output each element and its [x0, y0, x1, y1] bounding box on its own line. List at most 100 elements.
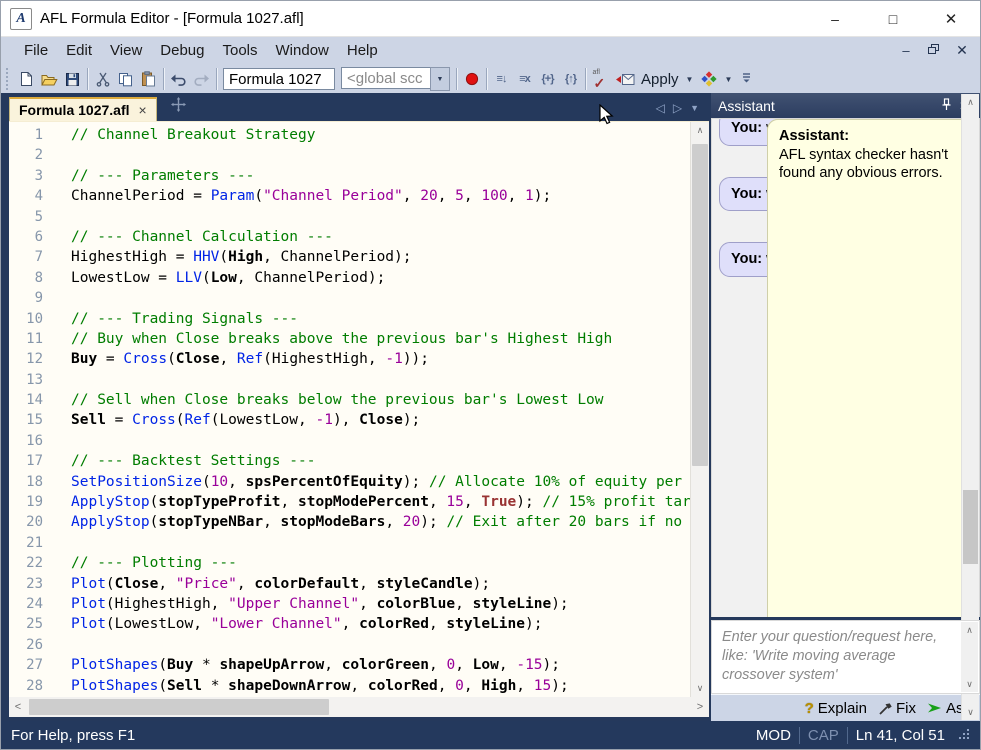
copy-button[interactable]	[114, 67, 137, 91]
code-line-25[interactable]: 25Plot(LowestLow, "Lower Channel", color…	[9, 614, 690, 634]
input-scroll-up-button[interactable]: ∧	[961, 622, 978, 638]
code-line-27[interactable]: 27PlotShapes(Buy * shapeUpArrow, colorGr…	[9, 655, 690, 675]
new-formula-button[interactable]	[15, 67, 38, 91]
code-line-7[interactable]: 7HighestHigh = HHV(High, ChannelPeriod);	[9, 247, 690, 267]
redo-button[interactable]	[190, 67, 213, 91]
code-line-8[interactable]: 8LowestLow = LLV(Low, ChannelPeriod);	[9, 268, 690, 288]
mdi-restore-button[interactable]	[926, 43, 942, 58]
code-line-10[interactable]: 10// --- Trading Signals ---	[9, 309, 690, 329]
explain-button[interactable]: ? Explain	[805, 700, 867, 717]
code-line-3[interactable]: 3// --- Parameters ---	[9, 166, 690, 186]
code-line-9[interactable]: 9	[9, 288, 690, 308]
close-button[interactable]: ✕	[922, 1, 980, 36]
assistant-question-input[interactable]	[720, 626, 946, 692]
fix-button[interactable]: Fix	[878, 700, 916, 717]
chat-scroll-thumb[interactable]	[963, 490, 978, 564]
editor-horizontal-scrollbar[interactable]: < >	[9, 697, 709, 717]
parameters-button[interactable]	[697, 67, 720, 91]
code-area[interactable]: 1// Channel Breakout Strategy23// --- Pa…	[9, 122, 690, 697]
open-formula-button[interactable]	[38, 67, 61, 91]
code-line-15[interactable]: 15Sell = Cross(Ref(LowestLow, -1), Close…	[9, 410, 690, 430]
record-dot-icon	[465, 72, 479, 86]
save-formula-button[interactable]	[61, 67, 84, 91]
apply-envelope-icon	[615, 73, 635, 86]
code-editor[interactable]: 1// Channel Breakout Strategy23// --- Pa…	[9, 121, 709, 697]
record-button[interactable]	[460, 67, 483, 91]
menu-item-file[interactable]: File	[15, 39, 57, 62]
remove-section-button[interactable]: ≡x	[513, 67, 536, 91]
version-control-dropdown-button[interactable]: ▼	[430, 67, 450, 91]
code-line-14[interactable]: 14// Sell when Close breaks below the pr…	[9, 390, 690, 410]
chat-area: You: write channel breakoutAssistant: I …	[711, 118, 980, 617]
code-line-4[interactable]: 4ChannelPeriod = Param("Channel Period",…	[9, 186, 690, 206]
maximize-button[interactable]: □	[864, 1, 922, 36]
code-line-19[interactable]: 19ApplyStop(stopTypeProfit, stopModePerc…	[9, 492, 690, 512]
code-line-23[interactable]: 23Plot(Close, "Price", colorDefault, sty…	[9, 574, 690, 594]
tab-list-button[interactable]: ▼	[690, 103, 699, 113]
code-line-22[interactable]: 22// --- Plotting ---	[9, 553, 690, 573]
code-line-11[interactable]: 11// Buy when Close breaks above the pre…	[9, 329, 690, 349]
afl-check-icon: afl✓	[591, 69, 611, 89]
tab-scroll-left-button[interactable]: ◁	[656, 101, 665, 115]
menu-item-help[interactable]: Help	[338, 39, 387, 62]
remove-section-icon: ≡x	[519, 73, 530, 85]
mdi-minimize-button[interactable]: –	[898, 43, 914, 58]
code-line-18[interactable]: 18SetPositionSize(10, spsPercentOfEquity…	[9, 472, 690, 492]
input-scrollbar[interactable]: ∧ ∨	[961, 622, 978, 692]
toolbar-overflow-button[interactable]	[742, 70, 752, 88]
tab-formula-1027[interactable]: Formula 1027.afl ×	[9, 97, 157, 121]
code-line-12[interactable]: 12Buy = Cross(Close, Ref(HighestHigh, -1…	[9, 349, 690, 369]
menu-item-view[interactable]: View	[101, 39, 151, 62]
formula-name-input[interactable]	[223, 68, 335, 90]
apply-label[interactable]: Apply	[641, 71, 679, 88]
code-line-5[interactable]: 5	[9, 207, 690, 227]
surround-braces-button[interactable]: {↑}	[559, 67, 582, 91]
menu-items: FileEditViewDebugToolsWindowHelp	[15, 39, 387, 62]
tab-close-icon[interactable]: ×	[139, 102, 147, 118]
resize-grip[interactable]	[957, 727, 970, 744]
version-control-combo[interactable]: <global scc ▼	[341, 67, 450, 91]
minimize-button[interactable]: –	[806, 1, 864, 36]
insert-section-button[interactable]: ≡↓	[490, 67, 513, 91]
toolbar-grip[interactable]	[6, 68, 12, 90]
insert-braces-button[interactable]: {+}	[536, 67, 559, 91]
apply-dropdown-button[interactable]: ▼	[686, 75, 694, 84]
status-mod-indicator: MOD	[756, 727, 791, 744]
code-line-20[interactable]: 20ApplyStop(stopTypeNBar, stopModeBars, …	[9, 512, 690, 532]
tab-scroll-right-button[interactable]: ▷	[673, 101, 682, 115]
pin-panel-button[interactable]	[937, 98, 955, 114]
menu-item-edit[interactable]: Edit	[57, 39, 101, 62]
menu-item-tools[interactable]: Tools	[213, 39, 266, 62]
scroll-right-button[interactable]: >	[691, 697, 709, 717]
chat-scroll-down-button[interactable]: ∨	[962, 704, 979, 720]
scroll-left-button[interactable]: <	[9, 697, 27, 717]
paste-button[interactable]	[137, 67, 160, 91]
code-line-6[interactable]: 6// --- Channel Calculation ---	[9, 227, 690, 247]
vertical-scroll-thumb[interactable]	[692, 144, 708, 466]
scroll-up-button[interactable]: ∧	[691, 122, 709, 139]
menu-item-debug[interactable]: Debug	[151, 39, 213, 62]
scroll-down-button[interactable]: ∨	[691, 680, 709, 697]
dock-target-icon	[171, 97, 186, 117]
code-line-2[interactable]: 2	[9, 145, 690, 165]
code-line-28[interactable]: 28PlotShapes(Sell * shapeDownArrow, colo…	[9, 676, 690, 696]
cut-button[interactable]	[91, 67, 114, 91]
apply-button[interactable]	[612, 67, 638, 91]
input-scroll-down-button[interactable]: ∨	[961, 676, 978, 692]
code-line-21[interactable]: 21	[9, 533, 690, 553]
parameters-dropdown-button[interactable]: ▼	[724, 75, 732, 84]
menu-item-window[interactable]: Window	[267, 39, 338, 62]
code-line-26[interactable]: 26	[9, 635, 690, 655]
editor-vertical-scrollbar[interactable]: ∧ ∨	[690, 122, 709, 697]
code-line-1[interactable]: 1// Channel Breakout Strategy	[9, 125, 690, 145]
code-line-13[interactable]: 13	[9, 370, 690, 390]
undo-button[interactable]	[167, 67, 190, 91]
mdi-close-button[interactable]: ✕	[954, 42, 970, 59]
chat-scroll-up-button[interactable]: ∧	[962, 94, 979, 110]
assistant-header[interactable]: Assistant ✕	[711, 93, 980, 118]
horizontal-scroll-thumb[interactable]	[29, 699, 329, 715]
code-line-24[interactable]: 24Plot(HighestHigh, "Upper Channel", col…	[9, 594, 690, 614]
code-line-16[interactable]: 16	[9, 431, 690, 451]
syntax-check-button[interactable]: afl✓	[589, 67, 612, 91]
code-line-17[interactable]: 17// --- Backtest Settings ---	[9, 451, 690, 471]
